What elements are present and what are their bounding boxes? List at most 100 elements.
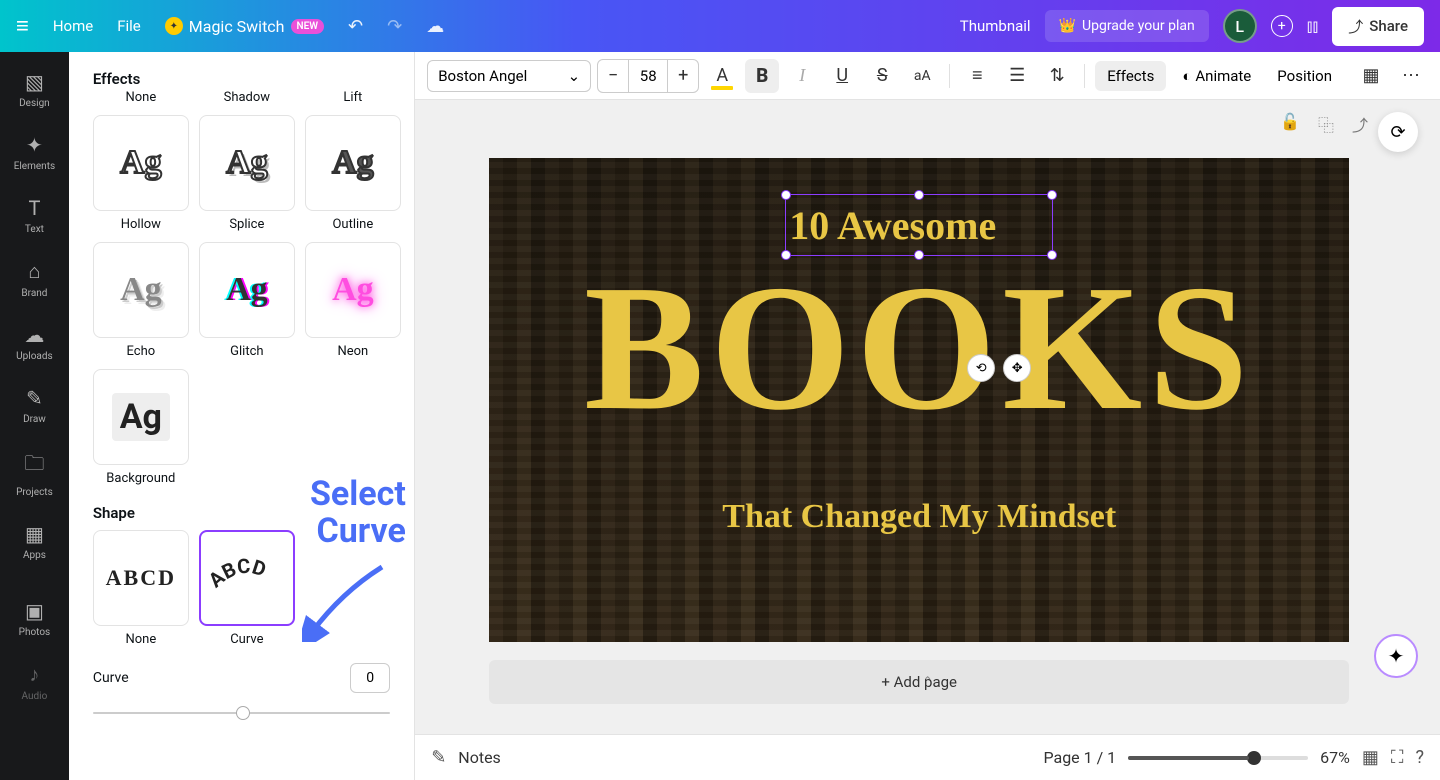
shape-none[interactable]: ABCDNone <box>93 530 189 647</box>
effect-splice[interactable]: AgSplice <box>199 115 295 232</box>
design-canvas[interactable]: 10 Awesome BOOKS That Changed My Mindset… <box>489 158 1349 642</box>
page-indicator[interactable]: Page 1 / 1 <box>1043 748 1116 767</box>
spacing-button[interactable]: ⇅ <box>1040 59 1074 93</box>
upgrade-plan-button[interactable]: 👑 Upgrade your plan <box>1045 10 1209 42</box>
effect-glitch[interactable]: AgGlitch <box>199 242 295 359</box>
canvas-viewport: 🔓 ⿻ ⤴ ⟳ 10 Awesome BOOKS That Changed My… <box>415 100 1440 734</box>
effect-echo[interactable]: AgEcho <box>93 242 189 359</box>
underline-button[interactable]: U <box>825 59 859 93</box>
effect-shadow[interactable]: Shadow <box>199 96 295 105</box>
page-drawer-handle[interactable]: ⌃ <box>923 674 933 688</box>
rail-label: Brand <box>21 288 47 299</box>
invite-collaborator-button[interactable]: + <box>1271 15 1293 37</box>
side-rail: ▧Design ✦Elements TText ⌂Brand ☁Uploads … <box>0 52 69 780</box>
notes-icon[interactable]: ✎ <box>431 747 446 768</box>
list-button[interactable]: ☰ <box>1000 59 1034 93</box>
effect-label: Background <box>106 471 175 486</box>
add-page-button[interactable]: + Add page <box>489 660 1349 704</box>
share-button[interactable]: ⤴ Share <box>1332 7 1424 46</box>
new-badge: NEW <box>291 19 325 34</box>
effect-none[interactable]: None <box>93 96 189 105</box>
rail-label: Design <box>19 98 50 109</box>
brand-icon: ⌂ <box>28 259 40 284</box>
canvas-text-title[interactable]: BOOKS <box>539 258 1299 438</box>
notes-button[interactable]: Notes <box>458 748 501 767</box>
photos-icon: ▣ <box>25 599 44 623</box>
help-icon[interactable]: ? <box>1415 747 1424 768</box>
shape-curve[interactable]: ABCD Curve <box>199 530 295 647</box>
resize-handle[interactable] <box>914 190 924 200</box>
rail-draw[interactable]: ✎Draw <box>0 378 69 433</box>
crown-icon: 👑 <box>1059 18 1076 34</box>
effects-button[interactable]: Effects <box>1095 61 1166 91</box>
rail-apps[interactable]: ▦Apps <box>0 514 69 569</box>
magic-assist-fab[interactable]: ✦ <box>1374 634 1418 678</box>
text-color-button[interactable]: A <box>705 59 739 93</box>
grid-view-icon[interactable]: ▦ <box>1362 747 1379 768</box>
effects-panel: Effects None Shadow Lift AgHollow AgSpli… <box>69 52 415 780</box>
user-avatar[interactable]: L <box>1223 9 1257 43</box>
rail-audio[interactable]: ♪Audio <box>0 654 69 710</box>
fullscreen-icon[interactable]: ⛶ <box>1391 747 1404 768</box>
position-button[interactable]: Position <box>1267 61 1342 91</box>
export-page-icon[interactable]: ⤴ <box>1352 112 1368 136</box>
duplicate-page-icon[interactable]: ⿻ <box>1318 112 1334 136</box>
strikethrough-button[interactable]: S <box>865 59 899 93</box>
rotate-handle[interactable]: ⟲ <box>967 354 995 382</box>
canvas-area: Boston Angel ⌄ − 58 + A B I U S aA ≡ ☰ ⇅… <box>415 52 1440 780</box>
bottom-bar: ✎ Notes Page 1 / 1 67% ▦ ⛶ ? <box>415 734 1440 780</box>
more-options-button[interactable]: ⋯ <box>1394 59 1428 93</box>
rail-brand[interactable]: ⌂ Brand <box>0 251 69 307</box>
text-case-button[interactable]: aA <box>905 59 939 93</box>
effect-label: Shadow <box>224 90 270 105</box>
zoom-level[interactable]: 67% <box>1320 748 1350 767</box>
transparency-button[interactable]: ▦ <box>1354 59 1388 93</box>
rail-label: Audio <box>22 691 48 702</box>
effect-label: Lift <box>343 90 362 105</box>
lock-icon[interactable]: 🔓 <box>1280 112 1300 136</box>
zoom-slider[interactable] <box>1128 756 1308 760</box>
curve-slider[interactable] <box>93 703 390 723</box>
font-family-dropdown[interactable]: Boston Angel ⌄ <box>427 60 591 92</box>
bold-button[interactable]: B <box>745 59 779 93</box>
effect-label: Neon <box>337 344 368 359</box>
effect-label: Echo <box>127 344 156 359</box>
animate-button[interactable]: ◐Animate <box>1172 61 1261 91</box>
italic-button[interactable]: I <box>785 59 819 93</box>
effect-lift[interactable]: Lift <box>305 96 401 105</box>
file-menu[interactable]: File <box>117 17 141 35</box>
redo-icon[interactable]: ↷ <box>387 16 402 37</box>
top-menu-bar: ≡ Home File ✦ Magic Switch NEW ↶ ↷ ☁ Thu… <box>0 0 1440 52</box>
move-handle[interactable]: ✥ <box>1003 354 1031 382</box>
document-title[interactable]: Thumbnail <box>960 17 1031 35</box>
rail-label: Photos <box>19 627 51 638</box>
rail-uploads[interactable]: ☁Uploads <box>0 315 69 370</box>
font-size-decrease[interactable]: − <box>598 60 628 92</box>
undo-icon[interactable]: ↶ <box>348 16 363 37</box>
effect-hollow[interactable]: AgHollow <box>93 115 189 232</box>
font-size-increase[interactable]: + <box>668 60 698 92</box>
text-toolbar: Boston Angel ⌄ − 58 + A B I U S aA ≡ ☰ ⇅… <box>415 52 1440 100</box>
rail-projects[interactable]: 🗀Projects <box>0 441 69 506</box>
resize-handle[interactable] <box>781 190 791 200</box>
analytics-icon[interactable]: ⫾⫾ <box>1307 16 1319 37</box>
rail-design[interactable]: ▧Design <box>0 62 69 117</box>
canvas-text-tagline[interactable]: That Changed My Mindset <box>489 498 1349 536</box>
curve-value-input[interactable] <box>350 663 390 693</box>
magic-switch-button[interactable]: ✦ Magic Switch NEW <box>165 17 324 36</box>
text-selection-box[interactable] <box>785 194 1053 256</box>
rail-elements[interactable]: ✦Elements <box>0 125 69 180</box>
cloud-sync-icon[interactable]: ☁ <box>426 16 444 37</box>
draw-icon: ✎ <box>26 386 43 410</box>
page-action-icons: 🔓 ⿻ ⤴ <box>1280 112 1368 136</box>
alignment-button[interactable]: ≡ <box>960 59 994 93</box>
effect-background[interactable]: AgBackground <box>93 369 189 486</box>
hamburger-menu-icon[interactable]: ≡ <box>16 13 29 39</box>
refresh-fab[interactable]: ⟳ <box>1378 112 1418 152</box>
effect-neon[interactable]: AgNeon <box>305 242 401 359</box>
home-menu[interactable]: Home <box>53 17 93 35</box>
rail-photos[interactable]: ▣ Photos <box>0 591 69 646</box>
font-size-value[interactable]: 58 <box>628 60 668 92</box>
rail-text[interactable]: TText <box>0 188 69 243</box>
effect-outline[interactable]: AgOutline <box>305 115 401 232</box>
